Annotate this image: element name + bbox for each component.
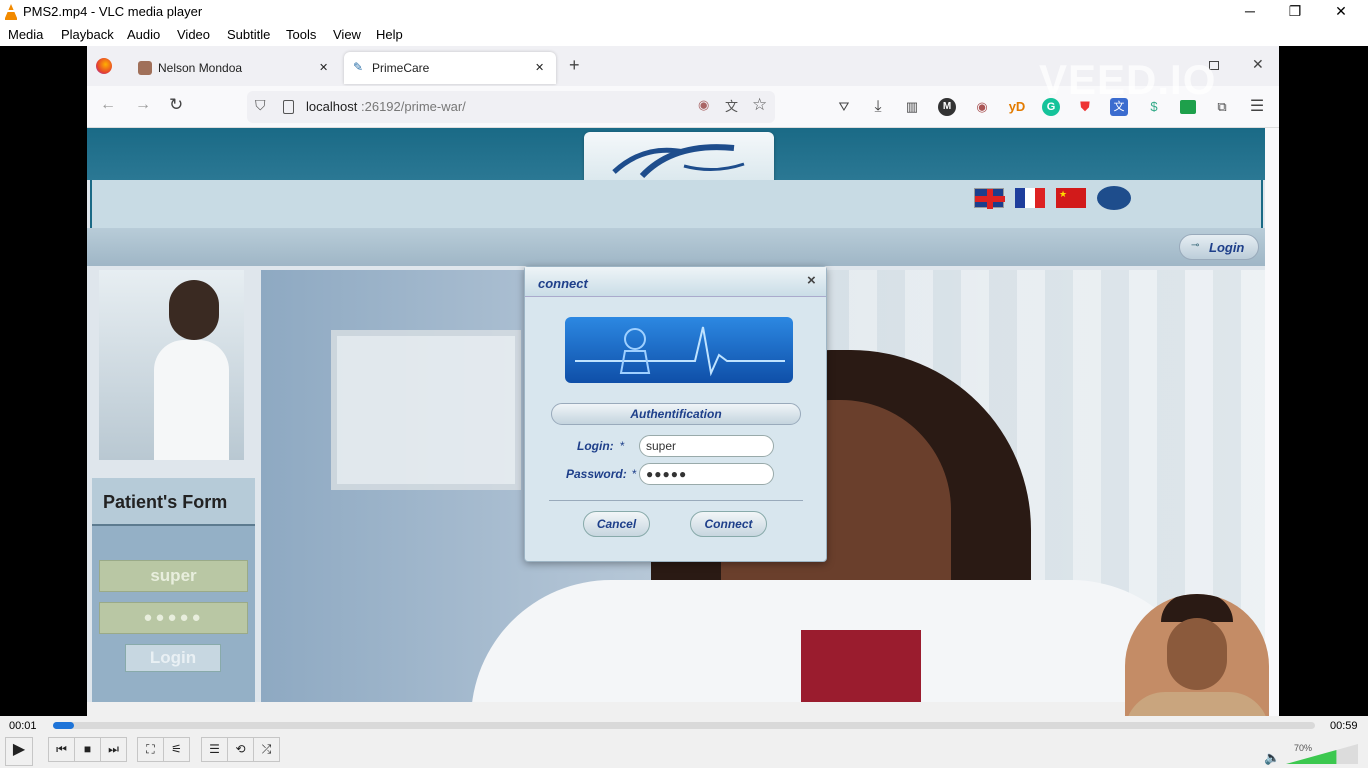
minimize-button[interactable]: ─ (1227, 0, 1273, 24)
close-tab-icon[interactable]: ✕ (535, 61, 544, 74)
video-area[interactable]: Nelson Mondoa ✕ ✎ PrimeCare ✕ + ✕ ← → ↻ … (0, 46, 1368, 716)
close-button[interactable]: ✕ (1318, 0, 1364, 24)
ekg-heartbeat-icon (575, 326, 785, 377)
tab-label: Nelson Mondoa (158, 61, 243, 75)
header-login-label: Login (1209, 240, 1245, 255)
shuffle-button[interactable]: ⤮ (253, 737, 280, 762)
avatar (138, 61, 152, 75)
nurse-photo (99, 270, 244, 460)
side-login-button[interactable]: Login (125, 644, 221, 672)
playlist-button[interactable]: ☰ (201, 737, 228, 762)
volume-slider[interactable] (1286, 743, 1360, 765)
window-title: PMS2.mp4 - VLC media player (23, 4, 203, 19)
header-login-button[interactable]: ⊸ Login (1179, 234, 1259, 260)
patients-form-title: Patient's Form (103, 492, 228, 512)
menu-view[interactable]: View (333, 27, 361, 42)
reader-mask-icon[interactable]: ◉ (698, 97, 709, 113)
horizontal-scrollbar[interactable] (87, 702, 1265, 716)
key-icon: ⊸ (1191, 240, 1200, 251)
mask-extension-icon[interactable]: ◉ (973, 98, 991, 116)
side-password-input[interactable]: ●●●●● (99, 602, 248, 634)
menu-audio[interactable]: Audio (127, 27, 160, 42)
speaker-icon[interactable]: 🔈 (1264, 750, 1280, 766)
patients-form-header: Patient's Form (92, 478, 255, 526)
tab-primecare[interactable]: ✎ PrimeCare ✕ (344, 52, 556, 84)
dialog-title: connect (538, 276, 588, 291)
translate-icon[interactable]: 文 (725, 96, 738, 115)
bookmark-star-icon[interactable]: ☆ (752, 95, 767, 115)
menu-bar: Media Playback Audio Video Subtitle Tool… (0, 24, 1368, 46)
loop-button[interactable]: ⟲ (227, 737, 254, 762)
arabic-language-icon[interactable] (1097, 186, 1131, 210)
france-flag-icon[interactable] (1015, 188, 1045, 208)
firefox-icon[interactable] (96, 58, 112, 74)
login-input[interactable]: super (639, 435, 774, 457)
ekg-banner (565, 317, 793, 383)
cancel-button[interactable]: Cancel (583, 511, 650, 537)
password-input[interactable]: ●●●●● (639, 463, 774, 485)
connect-button[interactable]: Connect (690, 511, 767, 537)
required-marker: * (632, 467, 637, 481)
play-button[interactable]: ▶ (5, 737, 33, 766)
veed-watermark: VEED.IO (1039, 56, 1217, 103)
password-label: Password: (566, 467, 627, 481)
tab-label: PrimeCare (372, 61, 430, 75)
diploma-frame (331, 330, 521, 490)
seek-bar[interactable] (53, 722, 1315, 729)
menu-video[interactable]: Video (177, 27, 210, 42)
new-tab-button[interactable]: + (569, 55, 580, 76)
dialog-divider (549, 500, 803, 501)
pocket-icon[interactable]: ⛛ (835, 98, 853, 116)
m-extension-icon[interactable]: M (938, 98, 956, 116)
menu-tools[interactable]: Tools (286, 27, 316, 42)
menu-subtitle[interactable]: Subtitle (227, 27, 270, 42)
primecare-favicon-icon: ✎ (353, 60, 364, 74)
url-host: localhost (306, 99, 358, 114)
next-button[interactable]: ⏭ (100, 737, 127, 762)
sidebar-icon[interactable]: ▥ (903, 98, 921, 116)
vlc-cone-icon (5, 4, 17, 20)
required-marker: * (620, 439, 625, 453)
top-login-bar: ⊸ Login (87, 228, 1265, 266)
tab-nelson-mondoa[interactable]: Nelson Mondoa ✕ (127, 52, 337, 84)
side-login-input[interactable]: super (99, 560, 248, 592)
elapsed-time: 00:01 (9, 720, 37, 732)
download-icon[interactable]: ⤓ (869, 98, 887, 116)
stop-button[interactable]: ■ (74, 737, 101, 762)
authentification-section: Authentification (551, 403, 801, 425)
reload-icon[interactable]: ↻ (169, 95, 183, 115)
app-menu-icon[interactable]: ☰ (1248, 98, 1266, 116)
page-icon (283, 100, 294, 114)
uk-flag-icon[interactable] (974, 188, 1005, 209)
seek-progress (53, 722, 75, 729)
china-flag-icon[interactable]: ★ (1056, 188, 1086, 208)
menu-help[interactable]: Help (376, 27, 403, 42)
patients-form-panel: Patient's Form super ●●●●● Login (92, 478, 255, 716)
login-label: Login: (577, 439, 614, 453)
back-icon[interactable]: ← (100, 96, 116, 114)
connect-dialog: connect × Authentification Login: * supe… (524, 266, 827, 562)
url-bar[interactable]: ⛉ localhost :26192/prime-war/ ◉ 文 ☆ (247, 91, 775, 123)
fullscreen-button[interactable]: ⛶ (137, 737, 164, 762)
extended-settings-button[interactable]: ⚟ (163, 737, 190, 762)
url-path: :26192/prime-war/ (361, 99, 466, 114)
maximize-button[interactable]: ❐ (1272, 0, 1318, 24)
total-time: 00:59 (1330, 720, 1358, 732)
yd-extension-icon[interactable]: yD (1005, 98, 1029, 116)
close-icon[interactable]: ✕ (1252, 56, 1264, 73)
forward-icon[interactable]: → (135, 96, 151, 114)
shield-icon[interactable]: ⛉ (255, 97, 266, 114)
dialog-titlebar: connect × (525, 267, 826, 297)
title-bar: PMS2.mp4 - VLC media player ─ ❐ ✕ (0, 0, 1368, 24)
close-tab-icon[interactable]: ✕ (319, 61, 328, 74)
menu-media[interactable]: Media (8, 27, 43, 42)
menu-playback[interactable]: Playback (61, 27, 114, 42)
previous-button[interactable]: ⏮ (48, 737, 75, 762)
language-bar: ★ (90, 180, 1263, 228)
dialog-close-icon[interactable]: × (807, 272, 816, 289)
